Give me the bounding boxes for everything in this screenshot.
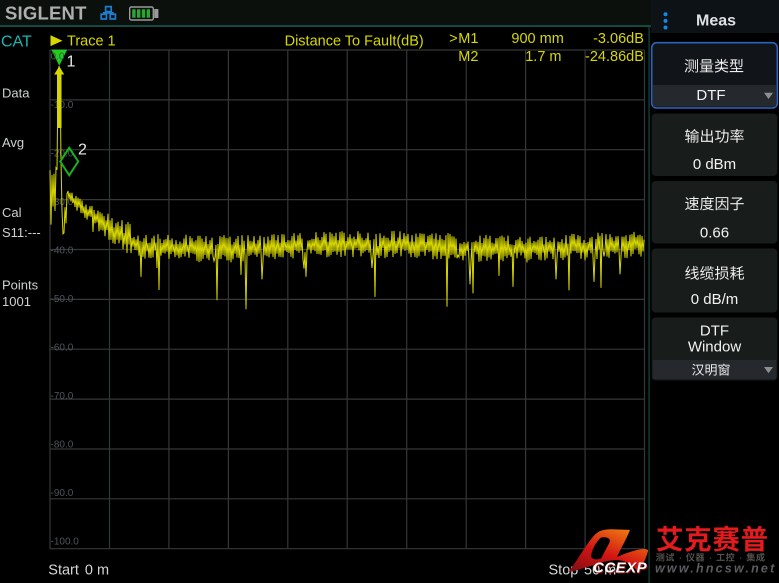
svg-text:CAT: CAT <box>1 34 32 51</box>
svg-text:0 m: 0 m <box>85 562 109 578</box>
svg-text:-90.0: -90.0 <box>51 488 74 499</box>
svg-text:-40.0: -40.0 <box>51 246 74 257</box>
svg-text:Cal: Cal <box>2 205 22 220</box>
svg-text:DTF: DTF <box>696 87 725 104</box>
svg-text:900 mm: 900 mm <box>511 31 563 47</box>
svg-text:DTF: DTF <box>700 323 729 340</box>
svg-text:Trace 1: Trace 1 <box>67 33 116 49</box>
svg-text:www.hncsw.net: www.hncsw.net <box>655 562 776 576</box>
svg-text:-10.0: -10.0 <box>51 100 74 111</box>
svg-text:1001: 1001 <box>2 294 31 309</box>
svg-text:2: 2 <box>78 142 87 159</box>
svg-text:-24.86dB: -24.86dB <box>585 49 644 65</box>
svg-text:-50.0: -50.0 <box>51 294 74 305</box>
svg-text:-70.0: -70.0 <box>51 391 74 402</box>
svg-text:1.7 m: 1.7 m <box>525 49 561 65</box>
svg-text:M1: M1 <box>458 31 478 47</box>
svg-text:0 dBm: 0 dBm <box>693 156 736 173</box>
svg-text:0.66: 0.66 <box>700 225 729 242</box>
svg-text:1: 1 <box>67 54 76 71</box>
svg-text:Meas: Meas <box>696 13 736 30</box>
svg-text:CCEXP: CCEXP <box>593 559 648 576</box>
svg-text:Avg: Avg <box>2 135 24 150</box>
svg-text:-60.0: -60.0 <box>51 343 74 354</box>
svg-text:-100.0: -100.0 <box>51 537 80 548</box>
svg-text:S11:---: S11:--- <box>2 225 41 240</box>
svg-text:-3.06dB: -3.06dB <box>593 31 644 47</box>
svg-text:SIGLENT: SIGLENT <box>5 2 87 23</box>
svg-text:Data: Data <box>2 86 30 101</box>
svg-text:Points: Points <box>2 278 39 293</box>
svg-text:Window: Window <box>688 339 742 356</box>
svg-text:0.0: 0.0 <box>51 52 65 63</box>
svg-text:Start: Start <box>48 562 79 578</box>
svg-text:Distance To Fault(dB): Distance To Fault(dB) <box>285 33 424 49</box>
svg-text:0 dB/m: 0 dB/m <box>691 291 739 308</box>
svg-text:>: > <box>449 31 457 47</box>
svg-text:M2: M2 <box>458 49 478 65</box>
svg-text:-80.0: -80.0 <box>51 440 74 451</box>
